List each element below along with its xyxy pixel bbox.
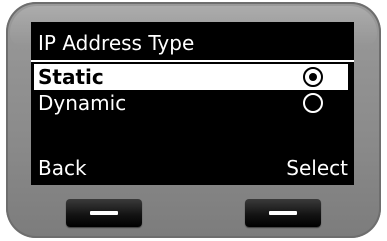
radio-dot bbox=[309, 73, 317, 81]
title-divider bbox=[31, 60, 354, 62]
left-softkey-button[interactable] bbox=[66, 199, 142, 227]
option-static[interactable]: Static bbox=[34, 64, 348, 90]
radio-selected-icon bbox=[303, 67, 323, 87]
option-dynamic[interactable]: Dynamic bbox=[31, 90, 354, 116]
minus-icon bbox=[269, 211, 297, 215]
radio-unselected-icon bbox=[303, 93, 323, 113]
softkey-select-label: Select bbox=[286, 156, 348, 180]
screen-title: IP Address Type bbox=[38, 31, 195, 55]
softkey-back-label: Back bbox=[38, 156, 87, 180]
option-static-label: Static bbox=[38, 65, 104, 89]
option-dynamic-label: Dynamic bbox=[38, 91, 127, 115]
display-screen: IP Address Type Static Dynamic Back Sele… bbox=[31, 22, 354, 185]
right-softkey-button[interactable] bbox=[245, 199, 321, 227]
minus-icon bbox=[90, 211, 118, 215]
